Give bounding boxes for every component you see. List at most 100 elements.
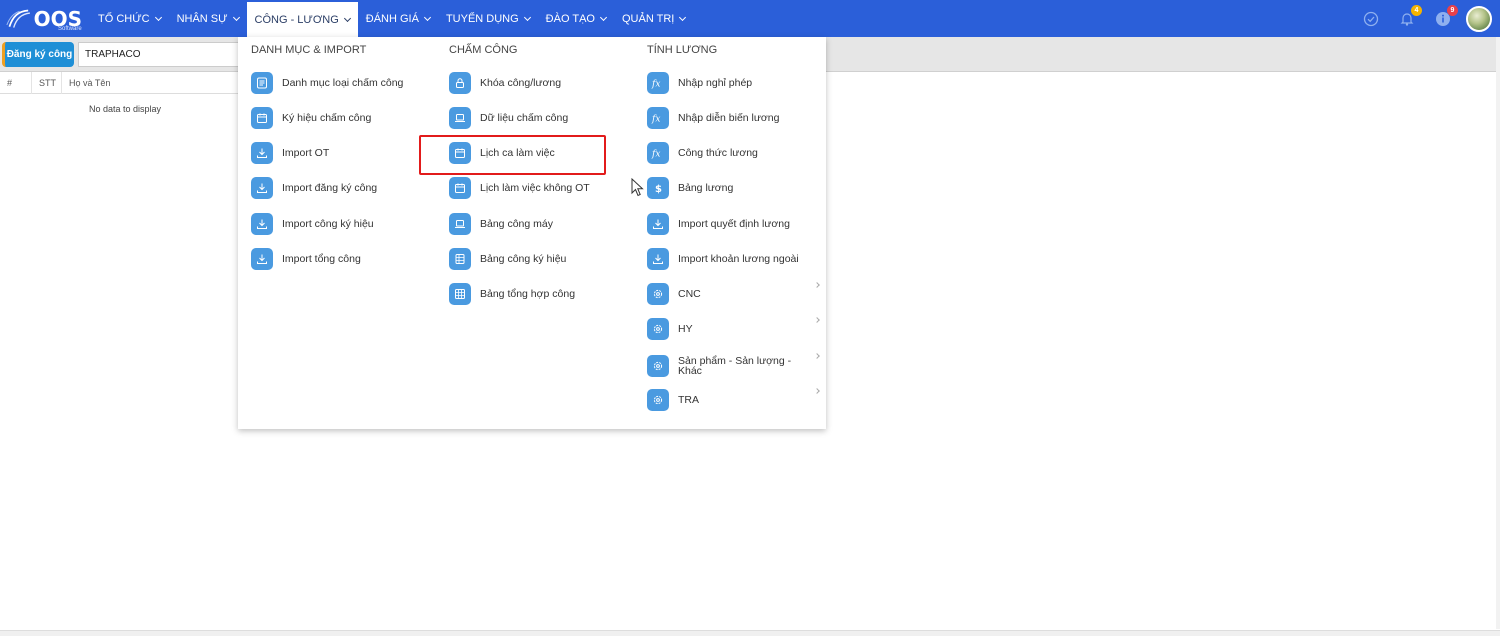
- chevron-down-icon: [423, 13, 431, 21]
- nav-label: QUẢN TRỊ: [621, 12, 675, 25]
- nav-danh-gia[interactable]: ĐÁNH GIÁ: [358, 0, 438, 37]
- gear-icon: [647, 318, 669, 340]
- info-badge: 9: [1447, 4, 1458, 16]
- fx-icon: fx: [647, 107, 669, 129]
- menu-item-label: Nhập diễn biến lương: [678, 112, 780, 124]
- grid-col-name[interactable]: Họ và Tên: [62, 72, 240, 94]
- grid-col-stt[interactable]: STT: [32, 72, 62, 94]
- menu-item-cong-thuc-luong[interactable]: fx Công thức lương: [647, 140, 827, 166]
- nav-label: ĐÁNH GIÁ: [365, 12, 419, 25]
- chevron-right-icon: [814, 388, 820, 394]
- menu-item-label: Import đăng ký công: [282, 182, 378, 194]
- check-circle-icon[interactable]: [1360, 8, 1382, 30]
- fx-icon: fx: [647, 142, 669, 164]
- menu-item-import-cong-ky-hieu[interactable]: Import công ký hiệu: [251, 211, 431, 237]
- svg-text:fx: fx: [651, 150, 660, 160]
- register-timekeeping-button[interactable]: Đăng ký công: [2, 42, 74, 67]
- menu-item-import-ot[interactable]: Import OT: [251, 140, 431, 166]
- download-icon: [251, 177, 273, 199]
- menu-item-tra[interactable]: TRA: [647, 387, 827, 413]
- laptop-icon: [449, 107, 471, 129]
- menu-item-du-lieu-cham-cong[interactable]: Dữ liệu chấm công: [449, 105, 629, 131]
- menu-item-bang-luong[interactable]: $ Bảng lương: [647, 175, 827, 201]
- horizontal-scrollbar[interactable]: [0, 630, 1500, 636]
- menu-item-label: Lịch làm việc không OT: [480, 182, 590, 194]
- menu-item-ky-hieu-cham-cong[interactable]: Ký hiệu chấm công: [251, 105, 431, 131]
- menu-item-import-dang-ky-cong[interactable]: Import đăng ký công: [251, 175, 431, 201]
- menu-item-label: TRA: [678, 394, 699, 406]
- grid-icon: [449, 283, 471, 305]
- logo-swoosh-icon: [6, 9, 30, 28]
- menu-item-hy[interactable]: HY: [647, 316, 827, 342]
- menu-item-cnc[interactable]: CNC: [647, 281, 827, 307]
- menu-item-label: HY: [678, 323, 693, 335]
- menu-item-lich-lam-viec-khong-ot[interactable]: Lịch làm việc không OT: [449, 175, 629, 201]
- menu-item-label: Import khoản lương ngoài: [678, 253, 799, 265]
- top-navbar: OOS Software TỔ CHỨC NHÂN SỰ CÔNG - LƯƠN…: [0, 0, 1500, 37]
- lock-icon: [449, 72, 471, 94]
- menu-item-bang-cong-may[interactable]: Bảng công máy: [449, 211, 629, 237]
- fx-icon: fx: [647, 72, 669, 94]
- chevron-down-icon: [599, 13, 608, 21]
- nav-tuyen-dung[interactable]: TUYỂN DỤNG: [438, 0, 538, 37]
- chevron-down-icon: [523, 13, 531, 21]
- menu-item-import-tong-cong[interactable]: Import tổng công: [251, 246, 431, 272]
- menu-item-label: Khóa công/lương: [480, 77, 562, 89]
- menu-item-label: Nhập nghỉ phép: [678, 77, 753, 89]
- nav-label: NHÂN SỰ: [176, 12, 228, 25]
- menu-item-label: Bảng lương: [678, 182, 734, 194]
- menu-column-title: CHẤM CÔNG: [449, 44, 518, 56]
- menu-item-label: Bảng công máy: [480, 218, 553, 230]
- nav-nhan-su[interactable]: NHÂN SỰ: [169, 0, 247, 37]
- menu-item-label: Import tổng công: [282, 253, 361, 265]
- bell-icon[interactable]: 4: [1396, 4, 1422, 30]
- chevron-down-icon: [154, 13, 162, 21]
- menu-column-title: TÍNH LƯƠNG: [647, 44, 718, 56]
- menu-item-label: Import quyết định lương: [678, 218, 790, 230]
- menu-item-label: Dữ liệu chấm công: [480, 112, 569, 124]
- laptop-icon: [449, 213, 471, 235]
- menu-item-label: Bảng tổng hợp công: [480, 288, 576, 300]
- nav-dao-tao[interactable]: ĐÀO TẠO: [538, 0, 614, 37]
- grid-col-hash[interactable]: #: [0, 72, 32, 94]
- nav-quan-tri[interactable]: QUẢN TRỊ: [614, 0, 693, 37]
- calendar-icon: [251, 107, 273, 129]
- menu-item-danh-muc-loai-cham-cong[interactable]: Danh mục loại chấm công: [251, 70, 431, 96]
- menu-item-bang-tong-hop-cong[interactable]: Bảng tổng hợp công: [449, 281, 629, 307]
- nav-to-chuc[interactable]: TỔ CHỨC: [90, 0, 169, 37]
- svg-text:fx: fx: [651, 115, 660, 125]
- download-icon: [647, 248, 669, 270]
- menu-item-label: Bảng công ký hiệu: [480, 253, 567, 265]
- grid-header: # STT Họ và Tên: [0, 72, 240, 94]
- user-avatar[interactable]: [1466, 5, 1492, 32]
- app-logo[interactable]: OOS Software: [6, 4, 82, 34]
- menu-item-import-khoan-luong-ngoai[interactable]: Import khoản lương ngoài: [647, 246, 827, 272]
- menu-item-nhap-nghi-phep[interactable]: fx Nhập nghỉ phép: [647, 70, 827, 96]
- logo-subtitle: Software: [58, 26, 82, 32]
- header-actions: 4 9: [1346, 0, 1492, 37]
- menu-column-title: DANH MỤC & IMPORT: [251, 44, 367, 56]
- chevron-right-icon: [814, 353, 820, 359]
- menu-item-san-pham-san-luong-khac[interactable]: Sản phẩm - Sản lượng - Khác: [647, 352, 827, 380]
- highlight-box: [419, 135, 606, 175]
- cong-luong-dropdown: DANH MỤC & IMPORT Danh mục loại chấm côn…: [238, 37, 826, 429]
- chevron-down-icon: [232, 13, 240, 21]
- menu-item-nhap-dien-bien-luong[interactable]: fx Nhập diễn biến lương: [647, 105, 827, 131]
- company-select[interactable]: TRAPHACO: [78, 42, 248, 67]
- calendar-icon: [449, 177, 471, 199]
- gear-icon: [647, 389, 669, 411]
- download-icon: [251, 213, 273, 235]
- menu-item-label: Công thức lương: [678, 147, 758, 159]
- menu-item-label: Ký hiệu chấm công: [282, 112, 372, 124]
- chevron-down-icon: [679, 13, 687, 21]
- main-nav: TỔ CHỨC NHÂN SỰ CÔNG - LƯƠNG ĐÁNH GIÁ TU…: [90, 0, 693, 37]
- info-icon[interactable]: 9: [1432, 4, 1458, 30]
- menu-item-khoa-cong-luong[interactable]: Khóa công/lương: [449, 70, 629, 96]
- menu-item-bang-cong-ky-hieu[interactable]: Bảng công ký hiệu: [449, 246, 629, 272]
- nav-cong-luong[interactable]: CÔNG - LƯƠNG: [246, 0, 358, 37]
- menu-item-import-quyet-dinh-luong[interactable]: Import quyết định lương: [647, 211, 827, 237]
- download-icon: [251, 248, 273, 270]
- menu-item-label: Import OT: [282, 147, 330, 159]
- vertical-scrollbar[interactable]: [1496, 37, 1500, 629]
- mouse-cursor-icon: [631, 178, 644, 197]
